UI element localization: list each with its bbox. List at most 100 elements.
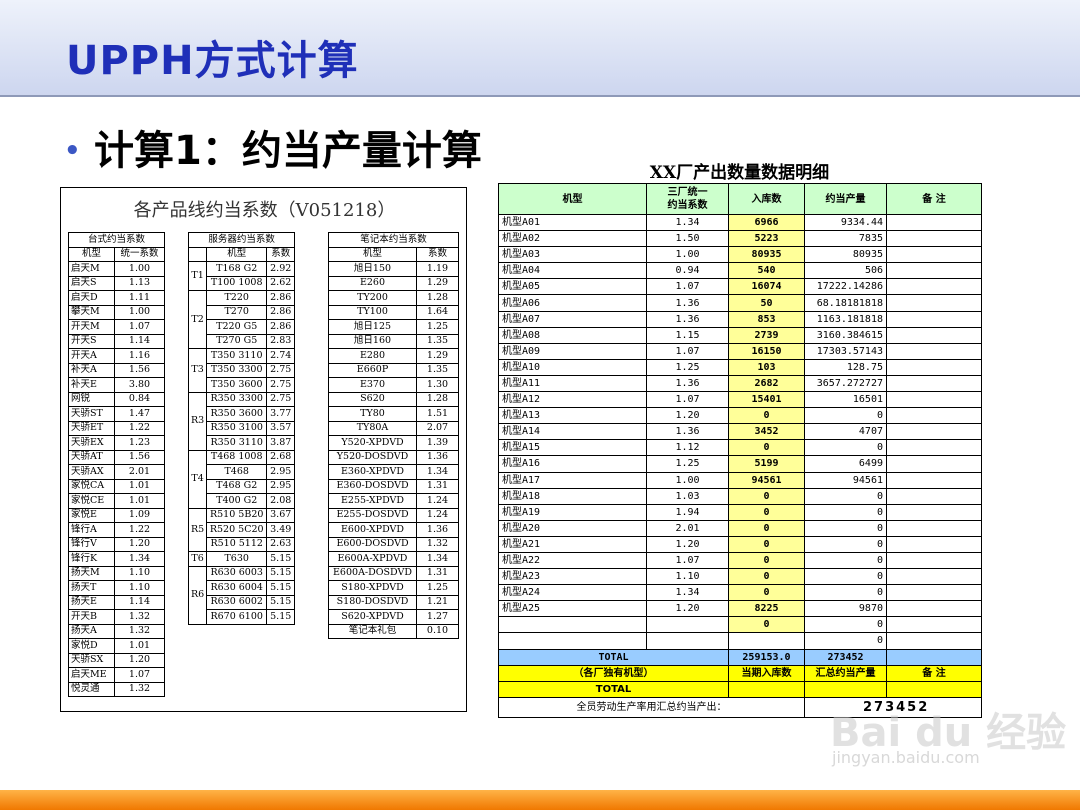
in-stock-cell: 50 (728, 294, 805, 312)
coefficient-cell: 0.10 (416, 623, 459, 639)
table-row: 补天A 1.56 (68, 362, 165, 378)
table-row: 天骄ST 1.47 (68, 406, 165, 422)
equivalent-output-cell: 94561 (804, 471, 887, 489)
coefficient-cell: 5.15 (266, 565, 296, 581)
model-cell: 机型A06 (498, 294, 647, 312)
coefficient-cell: 1.20 (646, 407, 729, 425)
table-row: E260 1.29 (328, 275, 459, 291)
table-row: 机型A19 1.94 0 0 (498, 503, 982, 521)
model-cell: T400 G2 (206, 493, 268, 509)
model-cell: 机型A18 (498, 487, 647, 505)
equivalent-output-cell: 17222.14286 (804, 278, 887, 296)
table-row: T1 T168 G2 2.92 (187, 261, 296, 291)
table-row: E360-DOSDVD 1.31 (328, 478, 459, 494)
coefficient-cell: 0.84 (114, 391, 165, 407)
equivalent-output-cell: 17303.57143 (804, 342, 887, 360)
coefficient-cell: 1.47 (114, 406, 165, 422)
model-cell: T220 (206, 290, 268, 306)
model-cell: 扬天T (68, 580, 115, 596)
group-cell: T2 (187, 290, 208, 349)
table-caption-row: 台式约当系数 (68, 232, 165, 248)
in-stock-cell: 2739 (728, 326, 805, 344)
model-cell: 网锐 (68, 391, 115, 407)
model-cell: R630 6003 (206, 565, 268, 581)
model-cell: T468 1008 (206, 449, 268, 465)
table-caption: 台式约当系数 (68, 232, 165, 248)
coefficient-cell: 2.95 (266, 478, 296, 494)
current-in-stock-header: 当期入库数 (728, 664, 805, 682)
coefficient-cell: 1.24 (416, 493, 459, 509)
note-cell (886, 616, 982, 634)
table-row: E600-XPDVD 1.36 (328, 522, 459, 538)
coefficient-cell: 1.09 (114, 507, 165, 523)
equivalent-output-cell: 68.18181818 (804, 294, 887, 312)
coefficient-cell: 2.07 (416, 420, 459, 436)
model-cell: 天骄AX (68, 464, 115, 480)
equivalent-output-cell: 9334.44 (804, 213, 887, 232)
table-row: 启天S 1.13 (68, 275, 165, 291)
table-row: 0 (498, 632, 982, 650)
coefficient-cell: 1.07 (114, 319, 165, 335)
model-cell: 机型A07 (498, 310, 647, 328)
table-row: 机型A02 1.50 5223 7835 (498, 230, 982, 248)
model-cell: 家悦CA (68, 478, 115, 494)
model-cell: 机型A20 (498, 519, 647, 537)
table-header-row: 机型 三厂统一 约当系数 入库数 约当产量备 注 (498, 183, 982, 215)
coefficient-cell: 0.94 (646, 262, 729, 280)
coefficient-cell: 2.75 (266, 391, 296, 407)
desktop-coefficient-table: 台式约当系数 机型 统一系数 启天M 1.00 启天S 1.13 启天D 1.11 攀天M 1.00… (68, 232, 165, 697)
note-cell (886, 568, 982, 586)
equivalent-output-cell: 0 (804, 519, 887, 537)
model-cell: 机型A10 (498, 358, 647, 376)
coefficient-cell: 2.63 (266, 536, 296, 552)
model-cell: E600A-DOSDVD (328, 565, 417, 581)
exclusive-models-row: （各厂独有机型） 当期入库数 汇总约当产量备 注 (498, 664, 982, 682)
model-cell: R350 3100 (206, 420, 268, 436)
coefficient-cell (646, 616, 729, 634)
coefficient-cell: 1.36 (416, 522, 459, 538)
table-row: 天骄AX 2.01 (68, 464, 165, 480)
in-stock-cell: 0 (728, 551, 805, 570)
coefficient-cell: 2.86 (266, 290, 296, 306)
table-row: T3 T350 3110 2.74 (187, 348, 296, 393)
table-row: S180-XPDVD 1.25 (328, 580, 459, 596)
note-cell (886, 391, 982, 409)
equivalent-output-cell: 128.75 (804, 358, 887, 376)
bullet-heading: 计算1：约当产量计算 (94, 128, 482, 174)
model-cell: T270 (206, 304, 268, 320)
coefficient-cell: 1.22 (114, 420, 165, 436)
model-cell: 机型A14 (498, 423, 647, 441)
exclusive-total-note (886, 680, 982, 698)
coefficient-cell: 1.11 (114, 290, 165, 306)
coefficient-cell: 1.24 (416, 507, 459, 523)
equivalent-output-cell: 7835 (804, 230, 887, 248)
model-cell: 启天M (68, 261, 115, 277)
table-row: 天骄EX 1.23 (68, 435, 165, 451)
model-cell: 扬天A (68, 623, 115, 639)
in-stock-cell: 16074 (728, 278, 805, 296)
column-header: 机型 (328, 246, 417, 262)
model-cell: T220 G5 (206, 319, 268, 335)
table-row: E255-DOSDVD 1.24 (328, 507, 459, 523)
note-cell (886, 342, 982, 360)
coefficient-cell: 3.80 (114, 377, 165, 393)
coefficient-cell: 1.28 (416, 391, 459, 407)
table-row: 机型A07 1.36 853 1163.181818 (498, 310, 982, 328)
table-row: 旭日150 1.19 (328, 261, 459, 277)
model-cell: E600-DOSDVD (328, 536, 417, 552)
note-cell (886, 358, 982, 376)
coefficient-cell: 1.39 (416, 435, 459, 451)
model-cell: R510 5B20 (206, 507, 268, 523)
coefficient-cell: 1.56 (114, 449, 165, 465)
table-row: 机型A04 0.94 540 506 (498, 262, 982, 280)
table-row: R6 R630 6003 5.15 (187, 565, 296, 625)
model-cell: T350 3300 (206, 362, 268, 378)
coefficient-cell: 1.32 (114, 681, 165, 697)
model-cell: 旭日150 (328, 261, 417, 277)
coefficient-cell: 1.07 (114, 667, 165, 683)
slide-title: UPPH方式计算 (66, 38, 359, 84)
table-row: 机型A25 1.20 8225 9870 (498, 600, 982, 618)
model-cell: T350 3600 (206, 377, 268, 393)
model-cell: 家悦CE (68, 493, 115, 509)
table-row: E660P 1.35 (328, 362, 459, 378)
